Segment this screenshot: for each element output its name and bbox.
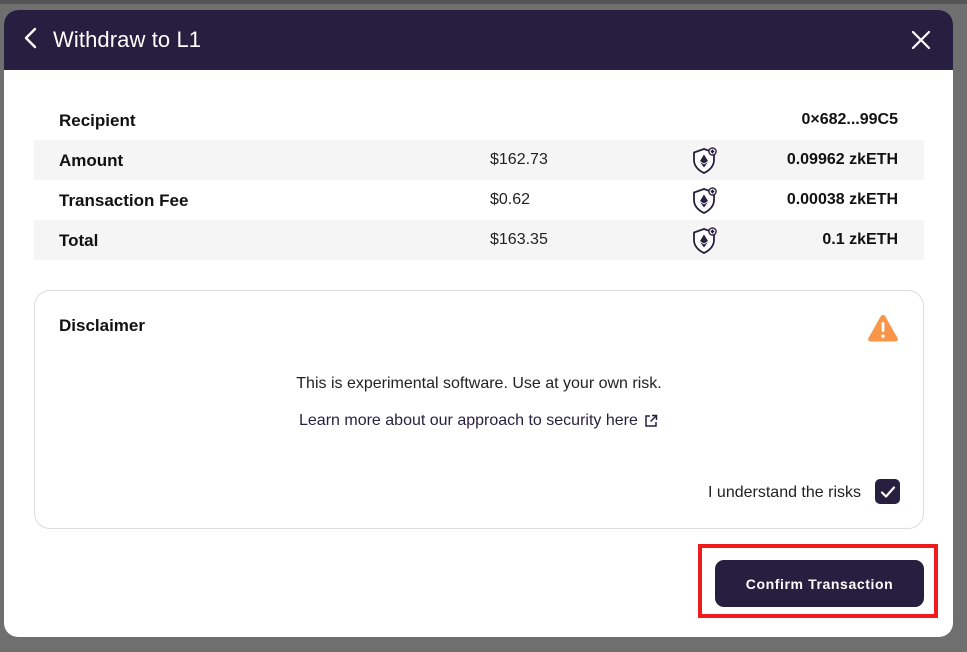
security-link-label: Learn more about our approach to securit… (299, 412, 638, 429)
modal-header: Withdraw to L1 (4, 10, 953, 70)
warning-triangle-icon (868, 315, 898, 342)
disclaimer-card: Disclaimer This is experimental software… (34, 290, 924, 529)
recipient-address: 0×682...99C5 (801, 111, 898, 128)
back-button[interactable] (18, 24, 44, 52)
close-button[interactable] (909, 28, 933, 52)
external-link-icon (645, 414, 658, 427)
chevron-left-icon (24, 27, 37, 49)
summary-row-amount: Amount $162.73 0.09962 zkETH (34, 140, 924, 180)
security-link[interactable]: Learn more about our approach to securit… (299, 412, 658, 430)
summary-table: Recipient 0×682...99C5 Amount $162.73 0.… (34, 100, 924, 260)
summary-row-total: Total $163.35 0.1 zkETH (34, 220, 924, 260)
row-token-value: 0.1 zkETH (822, 231, 898, 248)
checkmark-icon (880, 485, 895, 498)
risk-ack-checkbox[interactable] (875, 479, 900, 504)
risk-ack-label: I understand the risks (708, 484, 861, 501)
summary-row-fee: Transaction Fee $0.62 0.00038 zkETH (34, 180, 924, 220)
row-usd-value: $162.73 (490, 151, 548, 168)
disclaimer-title: Disclaimer (59, 316, 145, 335)
row-token-value: 0.00038 zkETH (786, 191, 898, 208)
modal-title: Withdraw to L1 (53, 27, 202, 52)
summary-row-recipient: Recipient 0×682...99C5 (34, 100, 924, 140)
confirm-transaction-button[interactable]: Confirm Transaction (715, 560, 924, 607)
row-usd-value: $163.35 (490, 231, 548, 248)
disclaimer-text: This is experimental software. Use at yo… (296, 375, 662, 392)
row-label: Transaction Fee (59, 191, 189, 210)
close-icon (911, 30, 931, 50)
shield-eth-icon (693, 147, 717, 174)
row-label: Total (59, 231, 99, 250)
background-page (0, 0, 967, 4)
row-token-value: 0.09962 zkETH (786, 151, 898, 168)
row-label: Recipient (59, 111, 136, 130)
row-usd-value: $0.62 (490, 191, 531, 208)
row-label: Amount (59, 151, 124, 170)
withdraw-modal: Withdraw to L1 Recipient 0×682...99C5 Am… (4, 10, 953, 637)
shield-eth-icon (693, 227, 717, 254)
shield-eth-icon (693, 187, 717, 214)
